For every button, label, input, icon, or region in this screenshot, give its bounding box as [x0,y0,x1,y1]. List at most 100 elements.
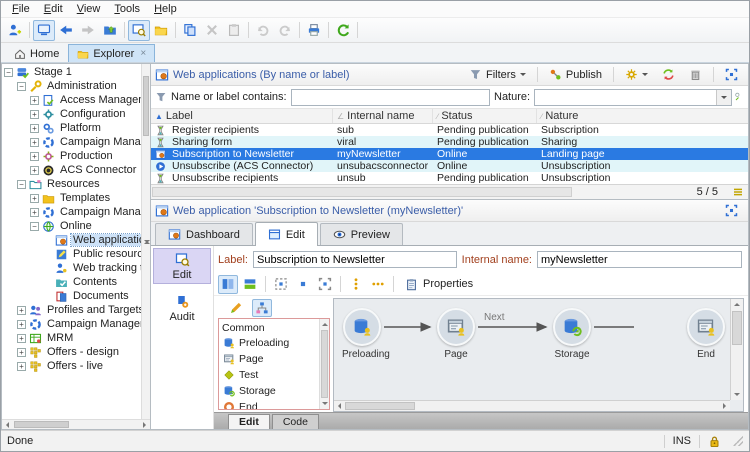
table-row[interactable]: Register recipientssubPending publicatio… [151,124,748,136]
collapse-minus-icon[interactable]: − [30,222,39,231]
internal-name-field-input[interactable] [537,251,742,268]
workflow-node-storage[interactable]: Storage [552,308,592,360]
tree-item-offers-live[interactable]: +Offers - live [2,359,141,373]
sync-button[interactable] [656,65,681,84]
delete-button[interactable] [201,20,223,41]
workflow-node-preloading[interactable]: Preloading [342,308,382,360]
tree-item-resources[interactable]: −Resources [2,177,141,191]
workflow-node-page[interactable]: Page [436,308,476,360]
expand-plus-icon[interactable]: + [30,96,39,105]
tab-home[interactable]: Home [5,44,68,62]
list-menu-icon[interactable] [732,186,744,198]
zoom-normal-button[interactable] [293,275,313,294]
back-button[interactable] [55,20,77,41]
expand-plus-icon[interactable]: + [17,306,26,315]
properties-button[interactable]: Properties [399,276,479,293]
scroll-down-icon[interactable] [320,399,329,409]
tree-item-platform[interactable]: +Platform [2,121,141,135]
delete-button[interactable] [683,65,708,84]
tree-item-online[interactable]: −Online [2,219,141,233]
name-filter-input[interactable] [291,89,490,106]
tree-item-mrm[interactable]: +MRM [2,331,141,345]
tree-item-campaign-management[interactable]: +Campaign Management [2,135,141,149]
nature-filter-select[interactable] [534,89,732,106]
column-header-label[interactable]: ▲Label [151,109,333,123]
tree-item-contents[interactable]: Contents [2,275,141,289]
collapse-minus-icon[interactable]: − [17,180,26,189]
publish-button[interactable]: Publish [543,65,608,84]
tree-item-profiles-and-targets[interactable]: +Profiles and Targets [2,303,141,317]
redo-button[interactable] [274,20,296,41]
expand-detail-button[interactable] [719,201,744,220]
tree-item-public-resources[interactable]: Public resources [2,247,141,261]
tree-item-documents[interactable]: Documents [2,289,141,303]
tree-item-templates[interactable]: +Templates [2,191,141,205]
scroll-right-icon[interactable] [140,420,150,429]
canvas-vertical-scrollbar[interactable] [730,299,743,400]
expand-plus-icon[interactable]: + [30,138,39,147]
tree-item-configuration[interactable]: +Configuration [2,107,141,121]
tree-item-acs-connector[interactable]: +ACS Connector [2,163,141,177]
side-edit-button[interactable]: Edit [153,248,211,284]
explorer-view-button[interactable] [128,20,150,41]
workflow-node-end[interactable]: End [686,308,726,360]
open-button[interactable] [150,20,172,41]
layout-rows-button[interactable] [240,275,260,294]
palette-item-preloading[interactable]: Preloading [219,335,319,351]
expand-list-button[interactable] [719,65,744,84]
zoom-selection-button[interactable] [315,275,335,294]
undo-button[interactable] [252,20,274,41]
palette-item-storage[interactable]: Storage [219,383,319,399]
expand-plus-icon[interactable]: + [30,152,39,161]
tree-item-access-management[interactable]: +Access Management [2,93,141,107]
expand-plus-icon[interactable]: + [30,208,39,217]
tree-item-campaign-management[interactable]: +Campaign Management [2,317,141,331]
workflow-canvas[interactable]: Next PreloadingPageStorageEnd [333,298,744,412]
expand-plus-icon[interactable]: + [17,362,26,371]
column-header-status[interactable]: ∕Status [433,109,537,123]
expand-plus-icon[interactable]: + [17,334,26,343]
tree-item-stage-1[interactable]: −Stage 1 [2,65,141,79]
parent-folder-button[interactable] [99,20,121,41]
table-row[interactable]: Subscription to NewslettermyNewsletterOn… [151,148,748,160]
scroll-up-icon[interactable] [731,299,743,309]
actions-gear-button[interactable] [619,65,654,84]
scroll-down-icon[interactable] [142,64,152,419]
column-header-nature[interactable]: ∕Nature [537,109,748,123]
menu-tools[interactable]: Tools [107,2,147,16]
filters-button[interactable]: Filters [463,65,532,84]
pencil-mode-button[interactable] [226,299,246,317]
layout-columns-button[interactable] [218,275,238,294]
table-row[interactable]: Unsubscribe recipientsunsubPending publi… [151,172,748,184]
print-button[interactable] [303,20,325,41]
expand-plus-icon[interactable]: + [30,110,39,119]
more-options-button[interactable] [368,275,388,294]
dropdown-arrow-icon[interactable] [716,90,731,105]
table-hscroll-thumb[interactable] [152,187,572,197]
copy-button[interactable] [179,20,201,41]
side-audit-button[interactable]: Audit [153,290,211,326]
paste-button[interactable] [223,20,245,41]
scroll-left-icon[interactable] [2,420,12,429]
new-connection-button[interactable] [4,20,26,41]
palette-scrollbar[interactable] [319,319,329,409]
scroll-left-icon[interactable] [334,401,344,411]
tab-dashboard[interactable]: Dashboard [155,223,253,245]
tree-item-web-applications[interactable]: Web applications [2,233,141,247]
collapse-minus-icon[interactable]: − [4,68,13,77]
close-tab-icon[interactable]: × [140,48,146,59]
tree-item-campaign-management[interactable]: +Campaign Management [2,205,141,219]
bottom-tab-edit[interactable]: Edit [228,414,270,429]
tree-vertical-scrollbar[interactable] [141,64,150,419]
table-row[interactable]: Unsubscribe (ACS Connector)unsubacsconne… [151,160,748,172]
tree-horizontal-scrollbar[interactable] [2,419,150,429]
scroll-down-icon[interactable] [731,390,743,400]
tree-hscroll-thumb[interactable] [14,421,69,428]
tab-edit[interactable]: Edit [255,222,318,246]
menu-view[interactable]: View [70,2,108,16]
column-header-internal-name[interactable]: ∠Internal name [333,109,433,123]
refresh-button[interactable] [332,20,354,41]
expand-plus-icon[interactable]: + [30,124,39,133]
bottom-tab-code[interactable]: Code [272,414,319,429]
tab-explorer[interactable]: Explorer × [68,44,155,62]
